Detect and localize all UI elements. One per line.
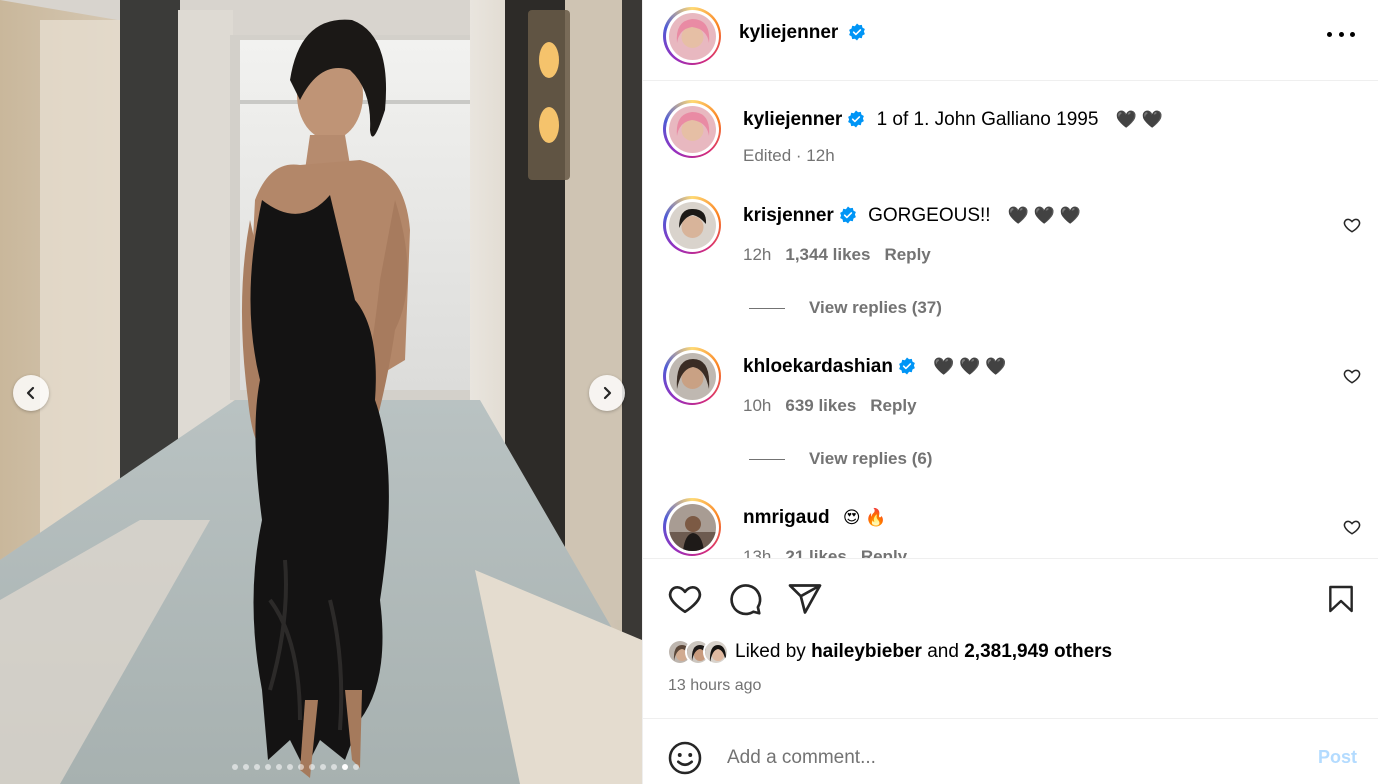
comment-avatar[interactable]	[663, 498, 721, 556]
author-avatar[interactable]	[663, 7, 721, 65]
comment-row: khloekardashian 🖤 🖤 🖤 10h 639 likes Reply …	[643, 329, 1378, 479]
carousel-dot	[254, 764, 260, 770]
liker-avatar[interactable]	[703, 639, 729, 665]
add-comment-bar: Post	[643, 718, 1378, 784]
comment-time: 13h	[743, 547, 772, 558]
liked-by-prefix: Liked by	[735, 641, 806, 662]
caption-text: 1 of 1. John Galliano 1995	[876, 109, 1099, 130]
heart-icon[interactable]	[667, 581, 703, 617]
avatar-image	[668, 12, 716, 60]
verified-badge-icon	[839, 206, 856, 224]
verified-badge-icon	[848, 110, 865, 128]
liked-by-others[interactable]: 2,381,949 others	[964, 641, 1112, 662]
post-detail-panel: kyliejenner kyliejenner 1 of 1. John Gal…	[642, 0, 1378, 784]
comment-username[interactable]: nmrigaud	[743, 507, 830, 528]
comment-likes[interactable]: 21 likes	[785, 547, 846, 558]
comment-row: nmrigaud 😍 🔥 13h 21 likes Reply	[643, 480, 1378, 558]
comment-row: krisjenner GORGEOUS!! 🖤 🖤 🖤 12h 1,344 lik…	[643, 178, 1378, 328]
post-timestamp[interactable]: 13 hours ago	[668, 677, 761, 695]
liked-by-row: Liked by haileybieber and 2,381,949 othe…	[667, 639, 1112, 665]
comment-emoji: 😍 🔥	[842, 508, 887, 527]
replies-divider	[749, 307, 785, 309]
verified-badge-icon	[848, 23, 865, 41]
carousel-dot	[331, 764, 337, 770]
caption-avatar[interactable]	[663, 100, 721, 158]
send-icon[interactable]	[787, 581, 823, 617]
caption-username[interactable]: kyliejenner	[743, 109, 842, 130]
comment-text-line: nmrigaud 😍 🔥	[743, 507, 886, 529]
carousel-dot	[353, 764, 359, 770]
view-replies-button[interactable]: View replies (37)	[749, 298, 942, 318]
replies-divider	[749, 458, 785, 460]
carousel-dots	[232, 764, 359, 770]
avatar-image	[668, 201, 716, 249]
reply-button[interactable]: Reply	[870, 396, 916, 415]
post-header: kyliejenner	[643, 0, 1378, 81]
post-comment-button[interactable]: Post	[1318, 747, 1357, 768]
carousel-prev-button[interactable]	[13, 375, 49, 411]
more-options-icon[interactable]	[1327, 24, 1355, 44]
avatar-image	[668, 503, 716, 551]
carousel-dot	[309, 764, 315, 770]
carousel-dot	[243, 764, 249, 770]
comment-emoji: 🖤 🖤 🖤	[933, 357, 1007, 376]
chevron-left-icon	[26, 386, 35, 400]
post-photo	[0, 0, 642, 784]
comment-text-line: krisjenner GORGEOUS!! 🖤 🖤 🖤	[743, 205, 1081, 227]
comment-meta: 12h 1,344 likes Reply	[743, 245, 931, 265]
bookmark-icon[interactable]	[1325, 581, 1357, 617]
reply-button[interactable]: Reply	[884, 245, 930, 264]
comment-input[interactable]	[727, 743, 1287, 773]
comment-username[interactable]: khloekardashian	[743, 356, 893, 377]
comment-like-heart-icon[interactable]	[1343, 518, 1361, 536]
comment-icon[interactable]	[727, 581, 763, 617]
post-actions: Liked by haileybieber and 2,381,949 othe…	[643, 558, 1378, 718]
comments-list: kyliejenner 1 of 1. John Galliano 1995 🖤…	[643, 82, 1378, 558]
carousel-dot	[276, 764, 282, 770]
avatar-image	[705, 641, 727, 663]
header-username[interactable]: kyliejenner	[739, 22, 838, 43]
liked-by-text: Liked by haileybieber and 2,381,949 othe…	[735, 641, 1112, 663]
caption-emoji: 🖤 🖤	[1115, 110, 1163, 129]
liked-by-middle: and	[927, 641, 959, 662]
carousel-next-button[interactable]	[589, 375, 625, 411]
carousel-dot	[287, 764, 293, 770]
chevron-right-icon	[603, 386, 612, 400]
carousel-dot	[342, 764, 348, 770]
comment-time: 12h	[743, 245, 772, 264]
view-replies-button[interactable]: View replies (6)	[749, 449, 932, 469]
reply-button[interactable]: Reply	[861, 547, 907, 558]
carousel-dot	[232, 764, 238, 770]
caption-meta: Edited · 12h	[743, 146, 835, 165]
comment-meta: 13h 21 likes Reply	[743, 547, 907, 558]
carousel-dot	[265, 764, 271, 770]
view-replies-label: View replies (6)	[809, 449, 933, 468]
carousel-dot	[320, 764, 326, 770]
comment-avatar[interactable]	[663, 347, 721, 405]
comment-like-heart-icon[interactable]	[1343, 216, 1361, 234]
smiley-icon[interactable]	[667, 740, 703, 776]
comment-avatar[interactable]	[663, 196, 721, 254]
comment-text: GORGEOUS!!	[868, 205, 991, 226]
header-username-wrap: kyliejenner	[739, 22, 866, 44]
caption-text-line: kyliejenner 1 of 1. John Galliano 1995 🖤…	[743, 109, 1163, 131]
verified-badge-icon	[899, 357, 915, 375]
comment-likes[interactable]: 639 likes	[785, 396, 856, 415]
photo-scene	[0, 0, 642, 784]
avatar-image	[668, 105, 716, 153]
comment-time: 10h	[743, 396, 772, 415]
comment-like-heart-icon[interactable]	[1343, 367, 1361, 385]
liked-by-user[interactable]: haileybieber	[811, 641, 922, 662]
comment-likes[interactable]: 1,344 likes	[785, 245, 870, 264]
avatar-image	[668, 352, 716, 400]
comment-text-line: khloekardashian 🖤 🖤 🖤	[743, 356, 1006, 378]
comment-emoji: 🖤 🖤 🖤	[1007, 206, 1081, 225]
view-replies-label: View replies (37)	[809, 298, 942, 317]
comment-username[interactable]: krisjenner	[743, 205, 834, 226]
comment-meta: 10h 639 likes Reply	[743, 396, 917, 416]
carousel-dot	[298, 764, 304, 770]
